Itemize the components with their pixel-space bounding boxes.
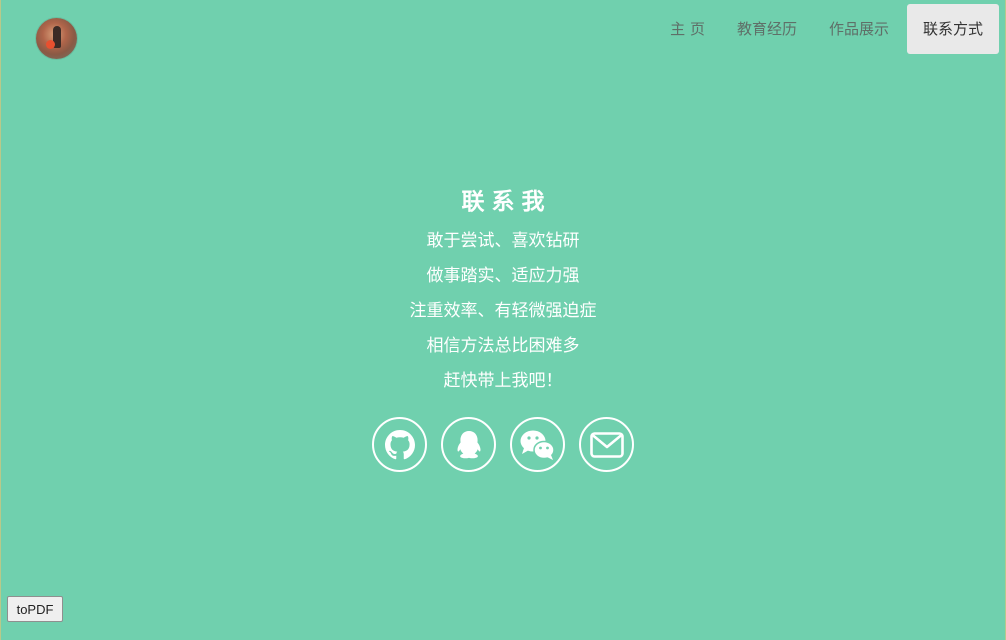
contact-line: 敢于尝试、喜欢钻研 xyxy=(426,231,580,251)
nav-item-education[interactable]: 教育经历 xyxy=(721,4,813,54)
github-link[interactable] xyxy=(372,417,427,472)
contact-line: 注重效率、有轻微强迫症 xyxy=(409,301,597,321)
email-link[interactable] xyxy=(579,417,634,472)
contact-line: 赶快带上我吧！ xyxy=(443,371,563,391)
social-links xyxy=(1,417,1005,472)
wechat-link[interactable] xyxy=(510,417,565,472)
nav-item-home[interactable]: 主 页 xyxy=(654,4,721,54)
qq-icon xyxy=(457,430,480,458)
contact-line: 相信方法总比困难多 xyxy=(426,336,580,356)
email-icon xyxy=(589,431,624,458)
topdf-button[interactable]: toPDF xyxy=(7,596,63,622)
nav-item-contact[interactable]: 联系方式 xyxy=(906,4,999,54)
contact-section: 联系我 敢于尝试、喜欢钻研 做事踏实、适应力强 注重效率、有轻微强迫症 相信方法… xyxy=(1,185,1005,472)
avatar-ball xyxy=(46,40,55,49)
nav-item-works[interactable]: 作品展示 xyxy=(813,4,905,54)
page-title: 联系我 xyxy=(461,189,552,215)
contact-line: 做事踏实、适应力强 xyxy=(426,266,580,286)
qq-link[interactable] xyxy=(441,417,496,472)
avatar[interactable] xyxy=(36,18,77,59)
github-icon xyxy=(384,429,415,459)
top-nav: 主 页 教育经历 作品展示 联系方式 xyxy=(654,4,999,54)
wechat-icon xyxy=(520,430,555,460)
